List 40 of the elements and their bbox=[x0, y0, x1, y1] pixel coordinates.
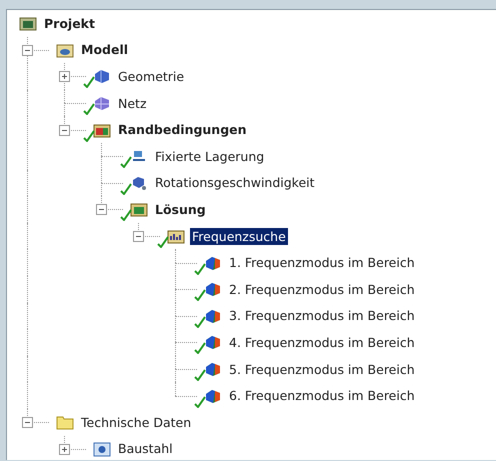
rotation-icon bbox=[130, 174, 148, 191]
tree-item[interactable]: 3. Frequenzmodus im Bereich bbox=[227, 307, 417, 324]
tree-item[interactable]: Technische Daten bbox=[79, 414, 194, 431]
tree-item[interactable]: 4. Frequenzmodus im Bereich bbox=[227, 334, 417, 351]
solution-icon bbox=[130, 201, 148, 218]
colored-cube-icon bbox=[204, 281, 222, 298]
collapse-toggle[interactable] bbox=[133, 231, 144, 242]
colored-cube-icon bbox=[204, 254, 222, 271]
tree-item[interactable]: Baustahl bbox=[116, 440, 175, 458]
tree-item[interactable]: Fixierte Lagerung bbox=[153, 148, 266, 165]
tree-item[interactable]: Lösung bbox=[153, 200, 208, 218]
tree-item[interactable]: 6. Frequenzmodus im Bereich bbox=[227, 387, 417, 404]
tree-item[interactable]: 5. Frequenzmodus im Bereich bbox=[227, 360, 417, 378]
cube-icon bbox=[93, 68, 111, 84]
colored-cube-icon bbox=[204, 334, 222, 350]
tree-item[interactable]: 2. Frequenzmodus im Bereich bbox=[227, 280, 417, 298]
collapse-toggle[interactable] bbox=[22, 44, 33, 56]
tree-item[interactable]: Projekt bbox=[42, 14, 97, 32]
mesh-icon bbox=[93, 95, 111, 112]
chart-icon bbox=[167, 228, 185, 244]
project-icon bbox=[19, 15, 37, 32]
tree-item[interactable]: Frequenzsuche bbox=[190, 228, 288, 245]
expand-toggle[interactable] bbox=[59, 444, 70, 455]
tree-item[interactable]: 1. Frequenzmodus im Bereich bbox=[227, 254, 417, 272]
material-icon bbox=[93, 440, 111, 457]
expand-toggle[interactable] bbox=[59, 71, 70, 82]
colored-cube-icon bbox=[204, 361, 222, 378]
tree-item[interactable]: Randbedingungen bbox=[116, 121, 249, 138]
model-icon bbox=[56, 42, 74, 58]
tree-item[interactable]: Modell bbox=[79, 41, 130, 58]
folder-icon bbox=[56, 414, 74, 430]
tree-item[interactable]: Geometrie bbox=[116, 68, 186, 85]
collapse-toggle[interactable] bbox=[96, 204, 107, 216]
colored-cube-icon bbox=[204, 308, 222, 324]
boundary-icon bbox=[93, 122, 111, 138]
tree-item[interactable]: Netz bbox=[116, 94, 149, 112]
colored-cube-icon bbox=[204, 388, 222, 404]
tree-item[interactable]: Rotationsgeschwindigkeit bbox=[153, 174, 317, 192]
collapse-toggle[interactable] bbox=[59, 124, 70, 136]
collapse-toggle[interactable] bbox=[22, 417, 33, 428]
